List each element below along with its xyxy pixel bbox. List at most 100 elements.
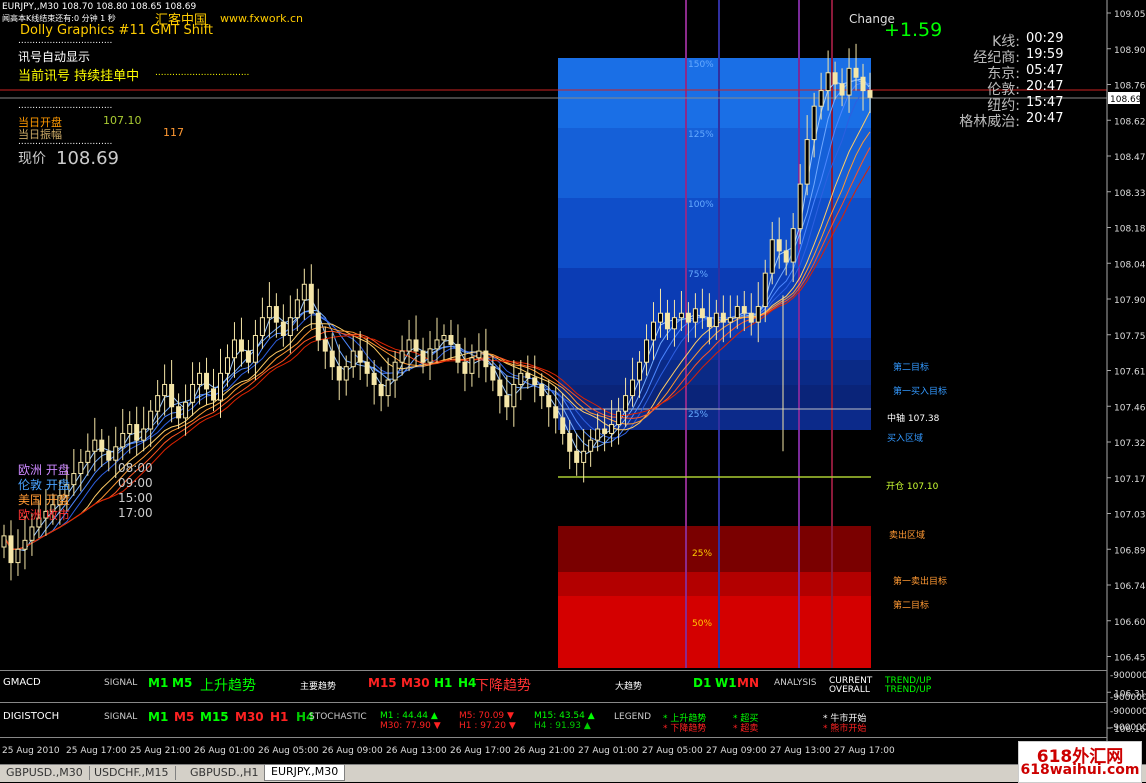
ind-tick-label: -9000000 bbox=[1110, 723, 1146, 733]
price-tick-label: 106.60 bbox=[1114, 618, 1146, 628]
digistoch-tf: H1 bbox=[270, 710, 289, 724]
candle bbox=[8, 520, 14, 581]
price-tick-label: 108.62 bbox=[1114, 117, 1146, 127]
candle bbox=[455, 324, 461, 374]
time-tick-label: 25 Aug 21:00 bbox=[130, 746, 191, 756]
gmacd-tf: D1 bbox=[693, 676, 712, 690]
stoch-value: M30: 77.90 ▼ bbox=[380, 721, 441, 731]
zone-right-label: 开仓 107.10 bbox=[886, 482, 939, 492]
candle bbox=[469, 344, 475, 387]
candle bbox=[22, 515, 28, 570]
candle bbox=[329, 333, 335, 381]
buy-level-label: 125% bbox=[688, 130, 714, 140]
candle bbox=[504, 375, 510, 421]
legend-item: * 熊市开始 bbox=[823, 724, 867, 734]
clock-time: 20:47 bbox=[1026, 79, 1064, 94]
price-tick-label: 108.33 bbox=[1114, 189, 1146, 199]
candle bbox=[238, 317, 244, 367]
candle bbox=[1, 524, 7, 559]
price-tick-label: 107.61 bbox=[1114, 368, 1146, 378]
sell-level-label: 50% bbox=[692, 619, 713, 629]
candle bbox=[315, 288, 321, 352]
price-tick-label: 106.74 bbox=[1114, 582, 1146, 592]
candle bbox=[120, 408, 126, 461]
session-time: 08:00 bbox=[118, 461, 153, 475]
price-tick-label: 107.03 bbox=[1114, 511, 1146, 521]
zone-right-label: 卖出区域 bbox=[889, 531, 926, 541]
time-tick-label: 27 Aug 01:00 bbox=[578, 746, 639, 756]
candle bbox=[273, 293, 279, 338]
stoch-value: M15: 43.54 ▲ bbox=[534, 711, 595, 721]
sell-zone-band bbox=[558, 596, 871, 668]
chart-tab[interactable]: GBPUSD.,M30 bbox=[0, 766, 90, 780]
gmacd-tf: M5 bbox=[172, 676, 193, 690]
price-tick-label: 108.90 bbox=[1114, 46, 1146, 56]
time-tick-label: 27 Aug 13:00 bbox=[770, 746, 831, 756]
candle bbox=[364, 337, 370, 387]
price-label: 现价 bbox=[18, 151, 46, 167]
candle bbox=[71, 449, 77, 496]
chart-tab[interactable]: USDCHF.,M15 bbox=[88, 766, 176, 780]
candle bbox=[15, 529, 21, 576]
stoch-value: H1 : 97.20 ▼ bbox=[459, 721, 516, 731]
candle bbox=[231, 322, 237, 378]
gmacd-tf: M30 bbox=[401, 676, 430, 690]
candle bbox=[294, 288, 300, 332]
candle bbox=[553, 386, 559, 434]
price-tick-label: 107.75 bbox=[1114, 332, 1146, 342]
separator-timeaxis bbox=[0, 737, 1107, 738]
candle bbox=[92, 417, 98, 472]
candle bbox=[371, 359, 377, 405]
buy-zone-band bbox=[558, 360, 871, 385]
candle bbox=[322, 326, 328, 369]
gmacd-tf: H4 bbox=[458, 676, 477, 690]
gmacd-tf: M15 bbox=[368, 676, 397, 690]
digistoch-tf: M30 bbox=[235, 710, 264, 724]
sell-level-label: 25% bbox=[692, 549, 713, 559]
candle bbox=[252, 319, 258, 381]
chart-tab[interactable]: EURJPY.,M30 bbox=[264, 765, 346, 781]
price-tick-label: 108.18 bbox=[1114, 225, 1146, 235]
sell-zone-band bbox=[558, 526, 871, 572]
price-tick-label: 106.89 bbox=[1114, 546, 1146, 556]
candle bbox=[162, 364, 168, 416]
price-tick-label: 108.47 bbox=[1114, 153, 1146, 163]
time-tick-label: 26 Aug 21:00 bbox=[514, 746, 575, 756]
digistoch-legend-label: LEGEND bbox=[614, 712, 652, 722]
current-signal: 当前讯号 持续挂单中 bbox=[18, 69, 140, 84]
candle bbox=[134, 406, 140, 456]
price-tick-label: 107.32 bbox=[1114, 439, 1146, 449]
time-tick-label: 27 Aug 05:00 bbox=[642, 746, 703, 756]
gmacd-down-trend: 下降趋势 bbox=[475, 678, 531, 694]
zone-right-label: 中轴 107.38 bbox=[887, 414, 940, 424]
zone-right-label: 买入区域 bbox=[887, 434, 924, 444]
session-time: 17:00 bbox=[118, 506, 153, 520]
candle bbox=[483, 328, 489, 383]
zone-right-label: 第一买入目标 bbox=[893, 387, 948, 397]
time-tick-label: 26 Aug 13:00 bbox=[386, 746, 447, 756]
brand-url: www.fxwork.cn bbox=[220, 12, 303, 25]
time-tick-label: 26 Aug 05:00 bbox=[258, 746, 319, 756]
session-time: 15:00 bbox=[118, 491, 153, 505]
candle bbox=[441, 324, 447, 360]
candle bbox=[574, 433, 580, 476]
candle bbox=[392, 351, 398, 398]
gmacd-tf: H1 bbox=[434, 676, 453, 690]
session-label: 欧洲 收市 bbox=[18, 508, 70, 522]
gmacd-tf: M1 bbox=[148, 676, 169, 690]
sell-zone-band bbox=[558, 572, 871, 596]
candle bbox=[266, 282, 272, 338]
candle bbox=[190, 362, 196, 416]
chart-tab[interactable]: GBPUSD.,H1 bbox=[184, 766, 266, 780]
zone-right-label: 第一卖出目标 bbox=[893, 577, 948, 587]
price-axis: 109.05 108.90 108.76 108.62 108.47 108.33 108.… bbox=[1106, 0, 1146, 764]
candle bbox=[532, 355, 538, 403]
watermark-url: 618waihui.com bbox=[1020, 762, 1140, 778]
dots-3: ................................. bbox=[18, 101, 113, 111]
price-value: 108.69 bbox=[56, 148, 119, 169]
session-time: 09:00 bbox=[118, 476, 153, 490]
legend-item: * 下降趋势 bbox=[663, 724, 707, 734]
gmacd-analysis: ANALYSIS bbox=[774, 678, 817, 688]
candle bbox=[581, 429, 587, 483]
time-tick-label: 27 Aug 09:00 bbox=[706, 746, 767, 756]
